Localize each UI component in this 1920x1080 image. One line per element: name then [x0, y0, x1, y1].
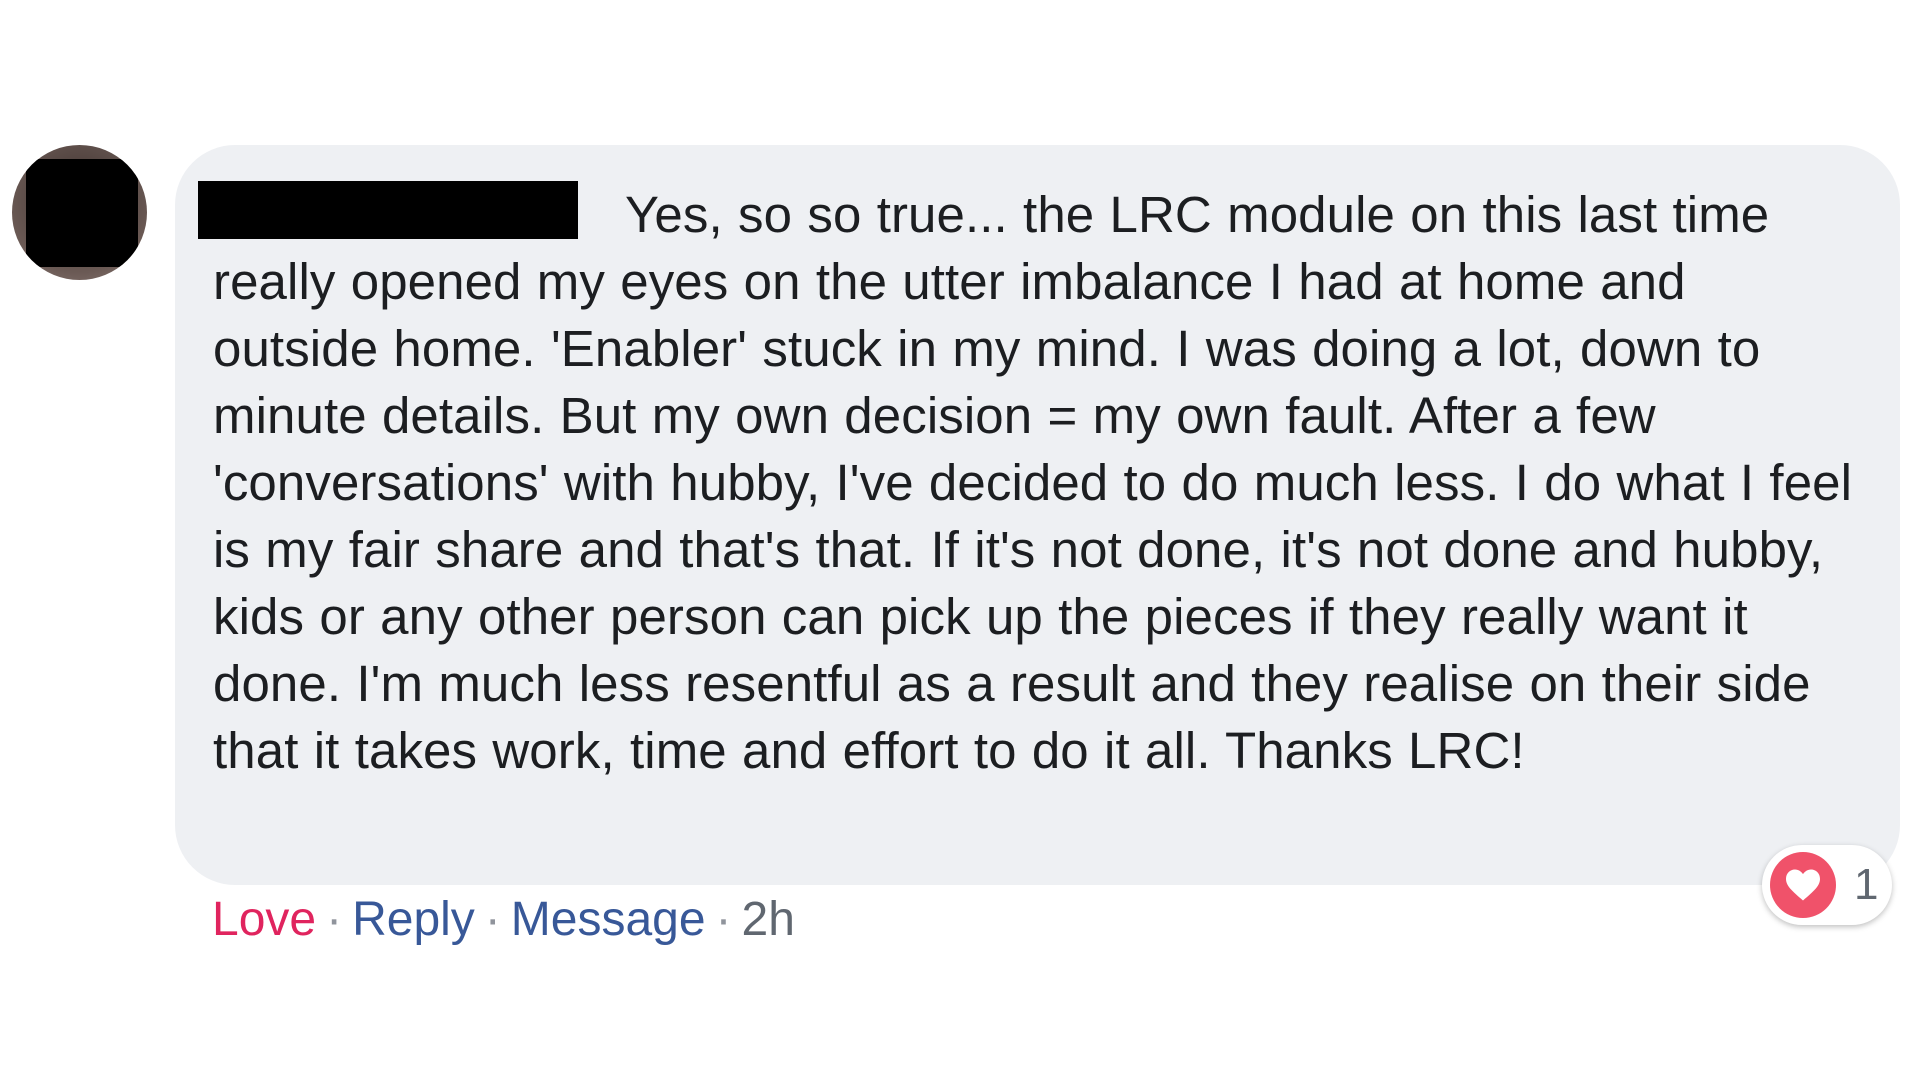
reaction-summary[interactable]: 1: [1762, 845, 1892, 925]
heart-icon: [1770, 852, 1836, 918]
message-button[interactable]: Message: [511, 893, 706, 946]
separator-dot: ·: [326, 893, 343, 946]
comment-text: Yes, so so true... the LRC module on thi…: [213, 186, 1853, 779]
avatar[interactable]: [12, 145, 147, 280]
reaction-count: 1: [1854, 860, 1879, 909]
love-button[interactable]: Love: [212, 893, 316, 946]
comment-screen: Yes, so so true... the LRC module on thi…: [0, 0, 1920, 1080]
reply-button[interactable]: Reply: [352, 893, 475, 946]
comment-actions: Love · Reply · Message · 2h: [212, 890, 795, 950]
separator-dot: ·: [715, 893, 732, 946]
comment-bubble: Yes, so so true... the LRC module on thi…: [175, 145, 1900, 885]
separator-dot: ·: [484, 893, 501, 946]
avatar-redaction: [26, 159, 138, 267]
timestamp[interactable]: 2h: [742, 893, 795, 946]
